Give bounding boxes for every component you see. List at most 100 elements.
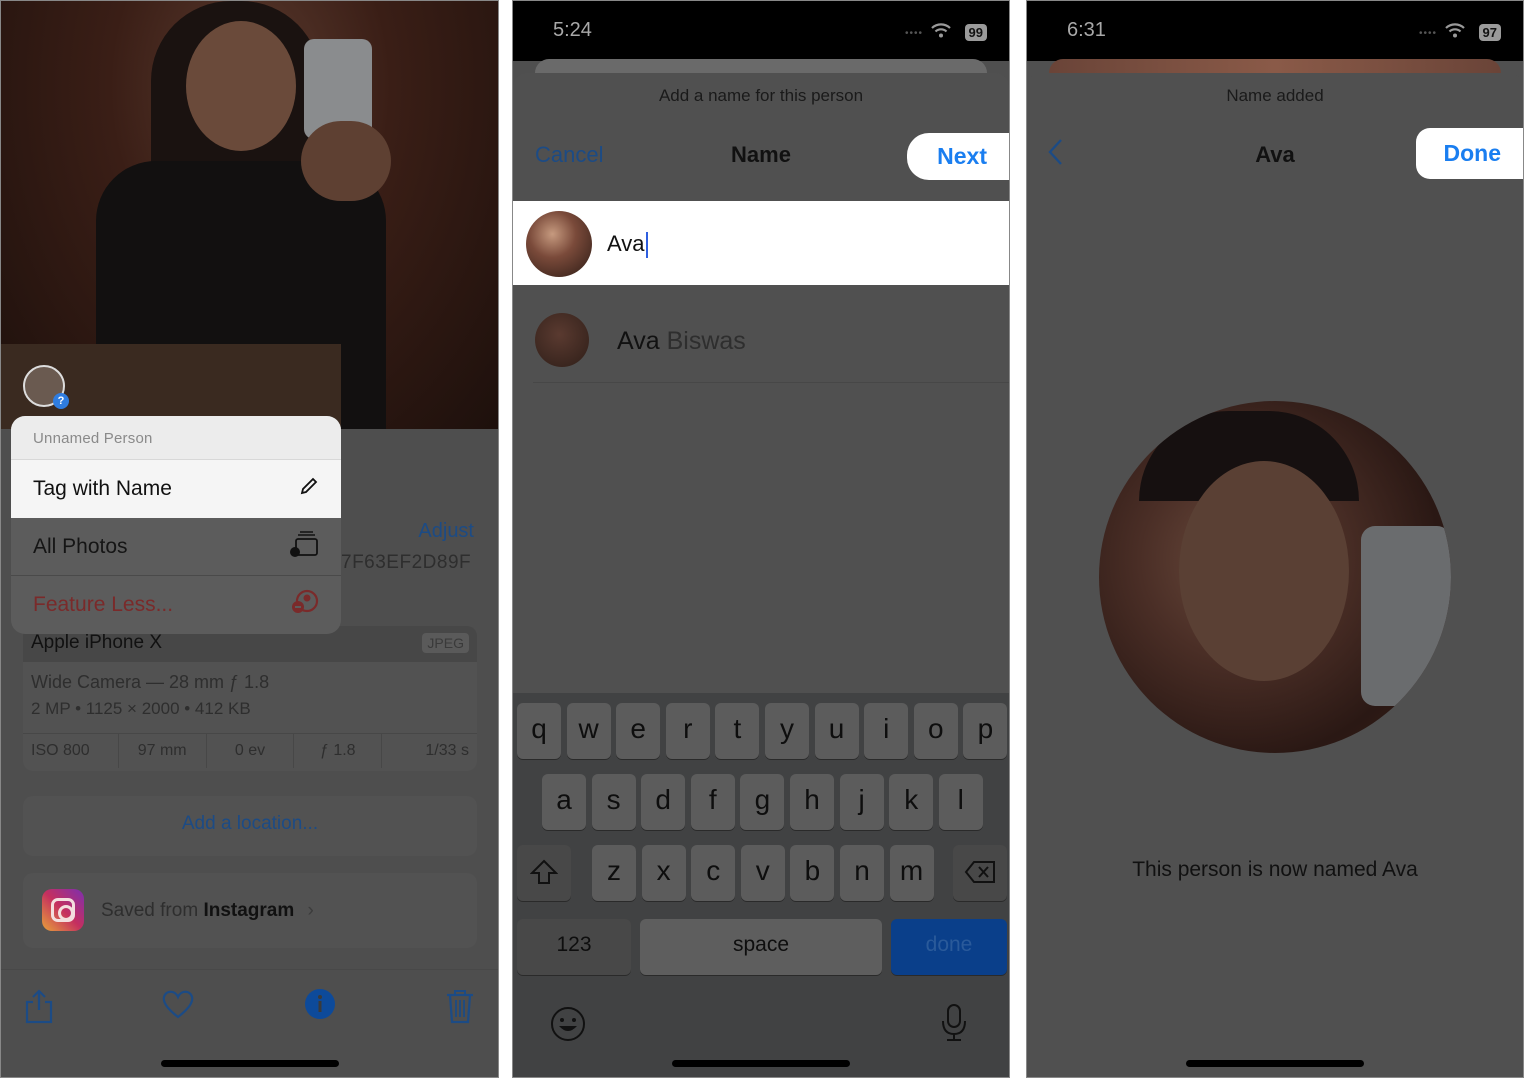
source-app-name: Instagram bbox=[203, 900, 295, 921]
battery-indicator: 99 bbox=[964, 24, 987, 41]
lens-info: Wide Camera — 28 mm ƒ 1.8 bbox=[31, 672, 270, 692]
space-key[interactable]: space bbox=[640, 919, 882, 975]
numbers-key[interactable]: 123 bbox=[517, 919, 631, 975]
key-q[interactable]: q bbox=[517, 703, 561, 759]
name-field-row: Ava bbox=[513, 201, 1009, 285]
name-input[interactable]: Ava bbox=[607, 231, 907, 259]
key-l[interactable]: l bbox=[938, 774, 983, 830]
key-n[interactable]: n bbox=[840, 845, 884, 901]
photo-id-text: 7F63EF2D89F bbox=[341, 552, 472, 573]
home-indicator[interactable] bbox=[672, 1060, 850, 1067]
menu-item-label: Tag with Name bbox=[33, 477, 172, 500]
format-badge: JPEG bbox=[422, 633, 469, 653]
heart-icon[interactable] bbox=[161, 988, 201, 1028]
key-f[interactable]: f bbox=[690, 774, 735, 830]
key-u[interactable]: u bbox=[814, 703, 859, 759]
key-p[interactable]: p bbox=[963, 703, 1008, 759]
photo-stack-person-icon bbox=[289, 530, 319, 564]
nav-bar: Cancel Name Next bbox=[513, 128, 1009, 180]
unnamed-face-avatar[interactable]: ? bbox=[23, 365, 69, 409]
exif-aperture: ƒ 1.8 bbox=[294, 734, 383, 768]
key-a[interactable]: a bbox=[542, 774, 586, 830]
person-context-menu: Unnamed Person Tag with Name All Photos … bbox=[11, 416, 341, 634]
photo-view bbox=[1, 1, 498, 429]
person-photo-circle bbox=[1099, 401, 1451, 753]
wifi-icon bbox=[1445, 23, 1465, 43]
emoji-icon[interactable] bbox=[550, 1006, 586, 1047]
key-i[interactable]: i bbox=[864, 703, 909, 759]
key-c[interactable]: c bbox=[691, 845, 736, 901]
keyboard: qwertyuiop asdfghjkl zxcvbnm 123 space d… bbox=[513, 693, 1009, 1077]
shift-key[interactable] bbox=[517, 845, 571, 901]
instagram-icon bbox=[42, 889, 84, 931]
exif-ev: 0 ev bbox=[207, 734, 295, 768]
done-button[interactable]: Done bbox=[1415, 128, 1523, 179]
question-badge-icon: ? bbox=[53, 393, 69, 409]
sheet-subtitle: Add a name for this person bbox=[658, 86, 864, 105]
photo-info-screen: ? Adjust 7F63EF2D89F Apple iPhone X JPEG… bbox=[0, 0, 499, 1078]
home-indicator[interactable] bbox=[1186, 1060, 1364, 1067]
status-bar: 5:24 •••• 99 bbox=[513, 1, 1009, 61]
adjust-link[interactable]: Adjust bbox=[418, 520, 474, 543]
suggestion-rest: Biswas bbox=[659, 327, 746, 355]
key-b[interactable]: b bbox=[790, 845, 835, 901]
status-time: 6:31 bbox=[1067, 19, 1106, 41]
camera-info-card: Apple iPhone X JPEG Wide Camera — 28 mm … bbox=[23, 626, 477, 771]
battery-indicator: 97 bbox=[1478, 24, 1501, 41]
add-location-button[interactable]: Add a location... bbox=[23, 796, 477, 856]
tag-with-name-item[interactable]: Tag with Name bbox=[11, 460, 341, 518]
exif-shutter: 1/33 s bbox=[425, 742, 469, 759]
source-app-row[interactable]: Saved from Instagram › bbox=[23, 873, 477, 948]
chevron-right-icon: › bbox=[307, 900, 314, 921]
menu-header: Unnamed Person bbox=[11, 416, 341, 460]
key-j[interactable]: j bbox=[839, 774, 884, 830]
home-indicator[interactable] bbox=[160, 1060, 339, 1067]
delete-key[interactable] bbox=[953, 845, 1007, 901]
key-z[interactable]: z bbox=[592, 845, 636, 901]
menu-item-label: Feature Less... bbox=[33, 593, 174, 616]
exif-iso: ISO 800 bbox=[23, 734, 119, 768]
person-minus-icon bbox=[291, 589, 319, 621]
trash-icon[interactable] bbox=[445, 988, 485, 1028]
key-m[interactable]: m bbox=[889, 845, 934, 901]
text-caret bbox=[645, 232, 648, 259]
confirmation-message: This person is now named Ava bbox=[1132, 858, 1418, 881]
key-x[interactable]: x bbox=[641, 845, 686, 901]
cellular-signal-icon: •••• bbox=[1418, 28, 1437, 39]
key-g[interactable]: g bbox=[740, 774, 785, 830]
feature-less-item[interactable]: Feature Less... bbox=[11, 576, 341, 634]
key-k[interactable]: k bbox=[889, 774, 934, 830]
contact-suggestion[interactable]: Ava Biswas bbox=[533, 301, 1009, 383]
key-t[interactable]: t bbox=[715, 703, 760, 759]
suggestion-match: Ava bbox=[617, 327, 660, 355]
key-s[interactable]: s bbox=[591, 774, 636, 830]
bottom-toolbar bbox=[1, 969, 498, 1049]
info-icon[interactable] bbox=[304, 988, 344, 1028]
key-v[interactable]: v bbox=[740, 845, 785, 901]
person-avatar bbox=[526, 211, 592, 277]
key-y[interactable]: y bbox=[765, 703, 809, 759]
status-bar: 6:31 •••• 97 bbox=[1027, 1, 1523, 61]
exif-row: ISO 800 97 mm 0 ev ƒ 1.8 1/33 s bbox=[23, 733, 477, 768]
key-w[interactable]: w bbox=[566, 703, 611, 759]
next-button[interactable]: Next bbox=[907, 133, 1009, 180]
key-d[interactable]: d bbox=[641, 774, 686, 830]
share-icon[interactable] bbox=[23, 988, 63, 1028]
nav-bar: Ava Done bbox=[1027, 128, 1523, 179]
source-prefix: Saved from bbox=[101, 900, 199, 921]
menu-item-label: All Photos bbox=[33, 534, 128, 558]
key-h[interactable]: h bbox=[790, 774, 834, 830]
key-o[interactable]: o bbox=[913, 703, 958, 759]
all-photos-item[interactable]: All Photos bbox=[11, 518, 341, 576]
key-e[interactable]: e bbox=[616, 703, 661, 759]
device-name: Apple iPhone X bbox=[31, 632, 162, 653]
pencil-icon bbox=[299, 476, 319, 502]
key-r[interactable]: r bbox=[665, 703, 710, 759]
exif-focal: 97 mm bbox=[119, 734, 207, 768]
sheet-subtitle: Name added bbox=[1226, 86, 1324, 105]
add-name-screen: 5:24 •••• 99 Add a name for this person … bbox=[512, 0, 1010, 1078]
name-added-screen: 6:31 •••• 97 Name added Ava Done This pe… bbox=[1026, 0, 1524, 1078]
status-time: 5:24 bbox=[553, 19, 592, 41]
microphone-icon[interactable] bbox=[941, 1003, 967, 1048]
done-key[interactable]: done bbox=[891, 919, 1007, 975]
